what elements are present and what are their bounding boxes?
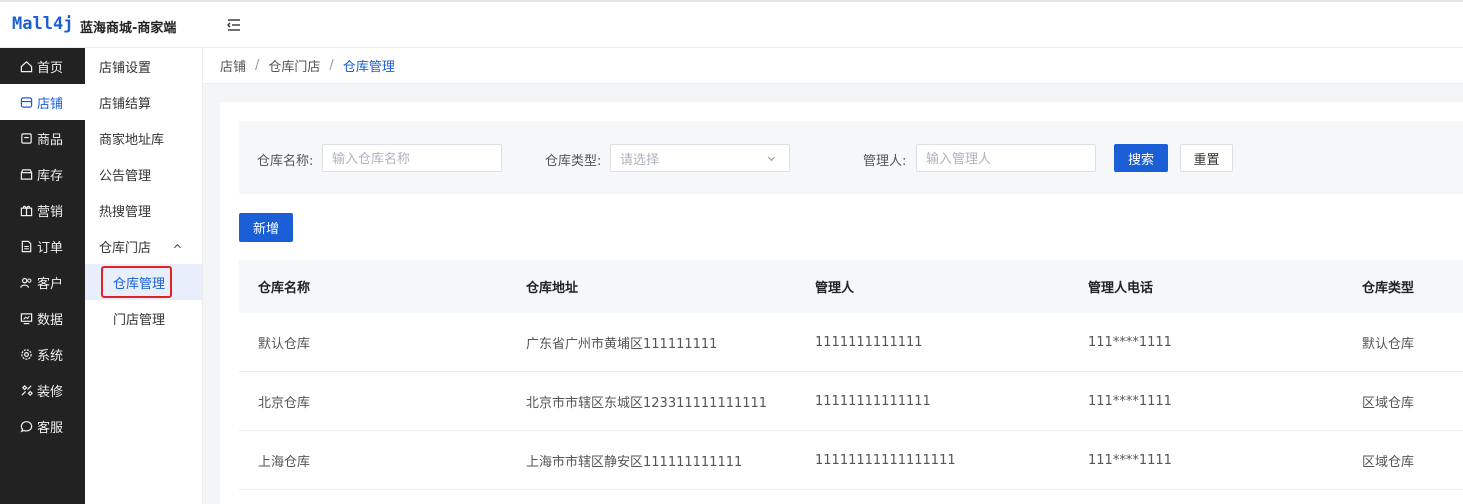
cell-name: 北京仓库: [258, 395, 311, 411]
nav-customer-label: 客户: [37, 276, 64, 292]
warehouse-name-input[interactable]: [322, 144, 502, 172]
table-row[interactable]: 上海仓库 上海市市辖区静安区111111111111 1111111111111…: [239, 431, 1463, 490]
nav-customer[interactable]: 客户: [0, 264, 85, 300]
top-bar: Mall4j 蓝海商城-商家端: [0, 0, 1463, 48]
subnav-hot-search[interactable]: 热搜管理: [85, 192, 202, 228]
cell-manager: 11111111111111111: [815, 452, 956, 468]
primary-sidebar: 首页 店铺 商品 库存 营销 订单 客户 数据 系统 装修 客服: [0, 48, 85, 504]
settings-icon: [21, 348, 32, 360]
chat-icon: [20, 420, 33, 432]
subnav-group-label: 仓库门店: [99, 240, 152, 256]
search-button[interactable]: 搜索: [1114, 144, 1168, 172]
nav-data-label: 数据: [37, 312, 64, 328]
breadcrumb-separator: /: [329, 58, 334, 73]
nav-service[interactable]: 客服: [0, 408, 85, 444]
store-icon: [20, 96, 33, 108]
nav-marketing[interactable]: 营销: [0, 192, 85, 228]
nav-order-label: 订单: [37, 240, 64, 256]
customer-icon: [20, 277, 32, 288]
column-header-phone: 管理人电话: [1088, 281, 1154, 296]
subnav-group-warehouse-store[interactable]: 仓库门店: [85, 228, 202, 264]
subnav-warehouse-label: 仓库管理: [113, 276, 166, 292]
secondary-sidebar: 店铺设置 店铺结算 商家地址库 公告管理 热搜管理 仓库门店 仓库管理 门店管理: [85, 48, 203, 504]
logo: Mall4j: [12, 14, 74, 34]
warehouse-type-placeholder: 请选择: [620, 151, 660, 167]
table-header: 仓库名称 仓库地址 管理人 管理人电话 仓库类型: [239, 260, 1463, 313]
nav-service-label: 客服: [37, 420, 64, 436]
warehouse-type-label: 仓库类型:: [545, 154, 602, 169]
filter-panel: 仓库名称: 仓库类型: 请选择 管理人: 搜索 重置: [239, 121, 1463, 194]
table-row[interactable]: 默认仓库 广东省广州市黄埔区111111111 1111111111111 11…: [239, 313, 1463, 372]
order-icon: [21, 240, 32, 252]
column-header-address: 仓库地址: [526, 281, 579, 296]
cell-name: 上海仓库: [258, 454, 311, 470]
nav-order[interactable]: 订单: [0, 228, 85, 264]
nav-home-label: 首页: [37, 60, 64, 76]
table-row[interactable]: 北京仓库 北京市市辖区东城区123311111111111 1111111111…: [239, 372, 1463, 431]
gift-icon: [20, 205, 33, 216]
nav-system-label: 系统: [37, 348, 64, 364]
subnav-store-settings[interactable]: 店铺设置: [85, 48, 202, 84]
warehouse-table: 仓库名称 仓库地址 管理人 管理人电话 仓库类型 默认仓库 广东省广州市黄埔区1…: [239, 260, 1463, 490]
chevron-up-icon: [173, 243, 182, 249]
decoration-icon: [21, 384, 33, 396]
breadcrumb-warehouse-store[interactable]: 仓库门店: [268, 56, 320, 75]
cell-phone: 111****1111: [1088, 334, 1172, 350]
subnav-store-management[interactable]: 门店管理: [85, 300, 202, 336]
content-card: 仓库名称: 仓库类型: 请选择 管理人: 搜索 重置 新增 仓库名称 仓库地址 …: [220, 102, 1463, 504]
data-icon: [20, 312, 33, 324]
nav-inventory-label: 库存: [37, 168, 64, 184]
nav-goods-label: 商品: [37, 132, 64, 148]
breadcrumb-separator: /: [255, 58, 260, 73]
cell-type: 区域仓库: [1362, 395, 1415, 411]
nav-inventory[interactable]: 库存: [0, 156, 85, 192]
nav-decoration-label: 装修: [37, 384, 64, 400]
cell-address: 上海市市辖区静安区111111111111: [526, 454, 743, 470]
brand-title: 蓝海商城-商家端: [80, 21, 177, 36]
goods-icon: [21, 132, 32, 144]
column-header-type: 仓库类型: [1362, 281, 1415, 296]
nav-system[interactable]: 系统: [0, 336, 85, 372]
subnav-warehouse-management[interactable]: 仓库管理: [85, 264, 202, 300]
nav-decoration[interactable]: 装修: [0, 372, 85, 408]
cell-type: 默认仓库: [1362, 336, 1415, 352]
cell-address: 北京市市辖区东城区123311111111111: [526, 395, 768, 411]
main-content: 店铺 / 仓库门店 / 仓库管理 仓库名称: 仓库类型: 请选择 管理人: 搜索…: [203, 48, 1463, 504]
subnav-store-settlement[interactable]: 店铺结算: [85, 84, 202, 120]
breadcrumb-store[interactable]: 店铺: [220, 56, 246, 75]
breadcrumb-current: 仓库管理: [342, 60, 395, 75]
nav-marketing-label: 营销: [37, 204, 64, 220]
home-icon: [20, 60, 33, 72]
cell-manager: 11111111111111: [815, 393, 931, 409]
warehouse-type-select[interactable]: 请选择: [610, 144, 790, 172]
cell-phone: 111****1111: [1088, 393, 1172, 409]
chevron-down-icon: [767, 156, 776, 162]
cell-type: 区域仓库: [1362, 454, 1415, 470]
nav-goods[interactable]: 商品: [0, 120, 85, 156]
column-header-name: 仓库名称: [258, 281, 311, 296]
manager-label: 管理人:: [863, 154, 907, 169]
nav-store-label: 店铺: [37, 96, 64, 112]
reset-button[interactable]: 重置: [1180, 144, 1233, 172]
cell-manager: 1111111111111: [815, 334, 923, 350]
nav-data[interactable]: 数据: [0, 300, 85, 336]
nav-store[interactable]: 店铺: [0, 84, 85, 120]
warehouse-name-label: 仓库名称:: [257, 154, 314, 169]
subnav-notice[interactable]: 公告管理: [85, 156, 202, 192]
add-button[interactable]: 新增: [239, 213, 293, 242]
column-header-manager: 管理人: [815, 281, 855, 296]
manager-input[interactable]: [916, 144, 1096, 172]
cell-address: 广东省广州市黄埔区111111111: [526, 336, 718, 352]
cell-phone: 111****1111: [1088, 452, 1172, 468]
subnav-address-book[interactable]: 商家地址库: [85, 120, 202, 156]
breadcrumb: 店铺 / 仓库门店 / 仓库管理: [203, 48, 1463, 84]
inventory-icon: [20, 168, 33, 180]
nav-home[interactable]: 首页: [0, 48, 85, 84]
cell-name: 默认仓库: [258, 336, 311, 352]
menu-fold-icon[interactable]: [226, 17, 242, 33]
